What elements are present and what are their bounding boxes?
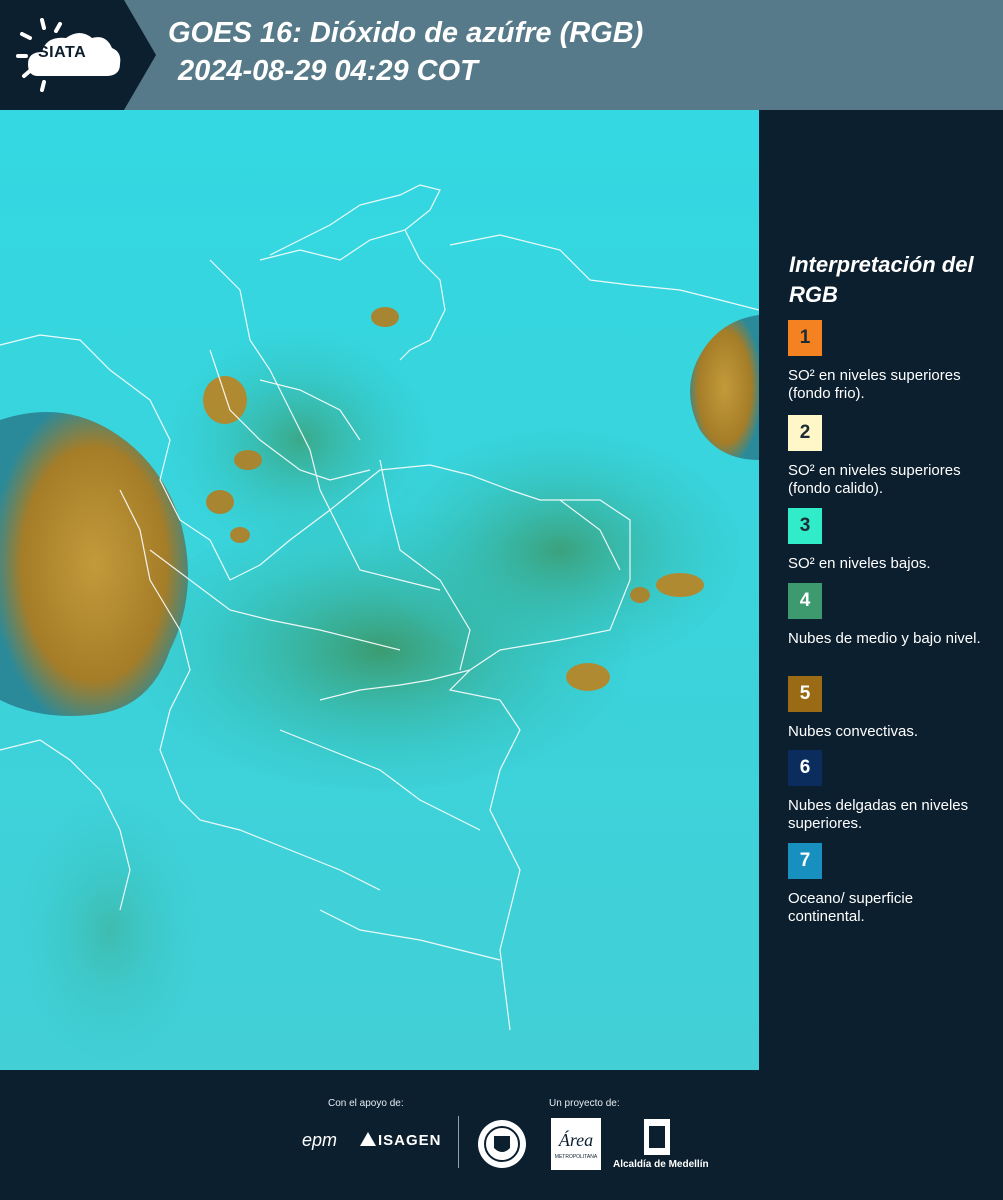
legend-swatch: 6	[788, 750, 822, 786]
alcaldia-logo-text: Alcaldía de Medellín	[613, 1159, 709, 1170]
legend-item-convective-clouds: 5 Nubes convectivas.	[788, 676, 993, 741]
area-metropolitana-logo-icon: Área METROPOLITANA	[551, 1118, 601, 1170]
legend-label: Nubes delgadas en niveles superiores.	[788, 797, 969, 832]
legend-item-so2-upper-cold: 1 SO² en niveles superiores (fondo frio)…	[788, 320, 993, 403]
legend-number: 4	[799, 590, 811, 611]
legend-item-so2-low: 3 SO² en niveles bajos.	[788, 508, 993, 573]
page-title: GOES 16: Dióxido de azúfre (RGB) 2024-08…	[168, 14, 643, 90]
epm-logo: epm	[302, 1130, 338, 1150]
legend-swatch: 1	[788, 320, 822, 356]
legend-label: SO² en niveles superiores (fondo frio).	[788, 367, 961, 402]
svg-text:Área: Área	[558, 1129, 593, 1150]
support-label: Con el apoyo de:	[328, 1098, 404, 1109]
legend-item-thin-upper-clouds: 6 Nubes delgadas en niveles superiores.	[788, 750, 993, 833]
legend-swatch: 2	[788, 415, 822, 451]
legend-item-ocean-surface: 7 Oceano/ superficie continental.	[788, 843, 993, 926]
legend-label: SO² en niveles superiores (fondo calido)…	[788, 462, 961, 497]
legend-number: 1	[799, 327, 811, 348]
satellite-map-image	[0, 110, 759, 1070]
header-bar: SIATA GOES 16: Dióxido de azúfre (RGB) 2…	[0, 0, 1003, 110]
legend-item-mid-low-clouds: 4 Nubes de medio y bajo nivel.	[788, 583, 993, 648]
project-label: Un proyecto de:	[549, 1098, 620, 1109]
title-line-datetime: 2024-08-29 04:29 COT	[178, 55, 478, 87]
isagen-logo-icon	[360, 1132, 376, 1146]
legend-number: 7	[799, 850, 811, 871]
legend-number: 6	[799, 757, 811, 778]
legend-label: Nubes convectivas.	[788, 723, 919, 740]
legend-swatch: 4	[788, 583, 822, 619]
siata-logo-text: SIATA	[38, 44, 87, 61]
svg-text:METROPOLITANA: METROPOLITANA	[555, 1154, 598, 1160]
alcaldia-shield-icon	[644, 1119, 670, 1155]
medellin-seal-icon	[478, 1120, 526, 1168]
legend-swatch: 5	[788, 676, 822, 712]
legend-item-so2-upper-warm: 2 SO² en niveles superiores (fondo calid…	[788, 415, 993, 498]
legend-swatch: 7	[788, 843, 822, 879]
legend-number: 2	[799, 422, 811, 443]
legend-label: Nubes de medio y bajo nivel.	[788, 630, 981, 647]
header-arrow-shape	[124, 0, 156, 110]
legend-panel: Interpretación del RGB 1 SO² en niveles …	[759, 110, 1003, 1070]
footer-divider	[458, 1116, 459, 1168]
legend-swatch: 3	[788, 508, 822, 544]
legend-label: SO² en niveles bajos.	[788, 555, 931, 572]
legend-number: 5	[799, 683, 811, 704]
title-line-product: GOES 16: Dióxido de azúfre (RGB)	[168, 17, 644, 49]
legend-title: Interpretación del RGB	[789, 252, 974, 307]
isagen-logo: ISAGEN	[378, 1132, 442, 1149]
footer: Con el apoyo de: Un proyecto de: epm ISA…	[0, 1070, 1003, 1200]
legend-label: Oceano/ superficie continental.	[788, 890, 914, 925]
legend-number: 3	[799, 515, 811, 536]
